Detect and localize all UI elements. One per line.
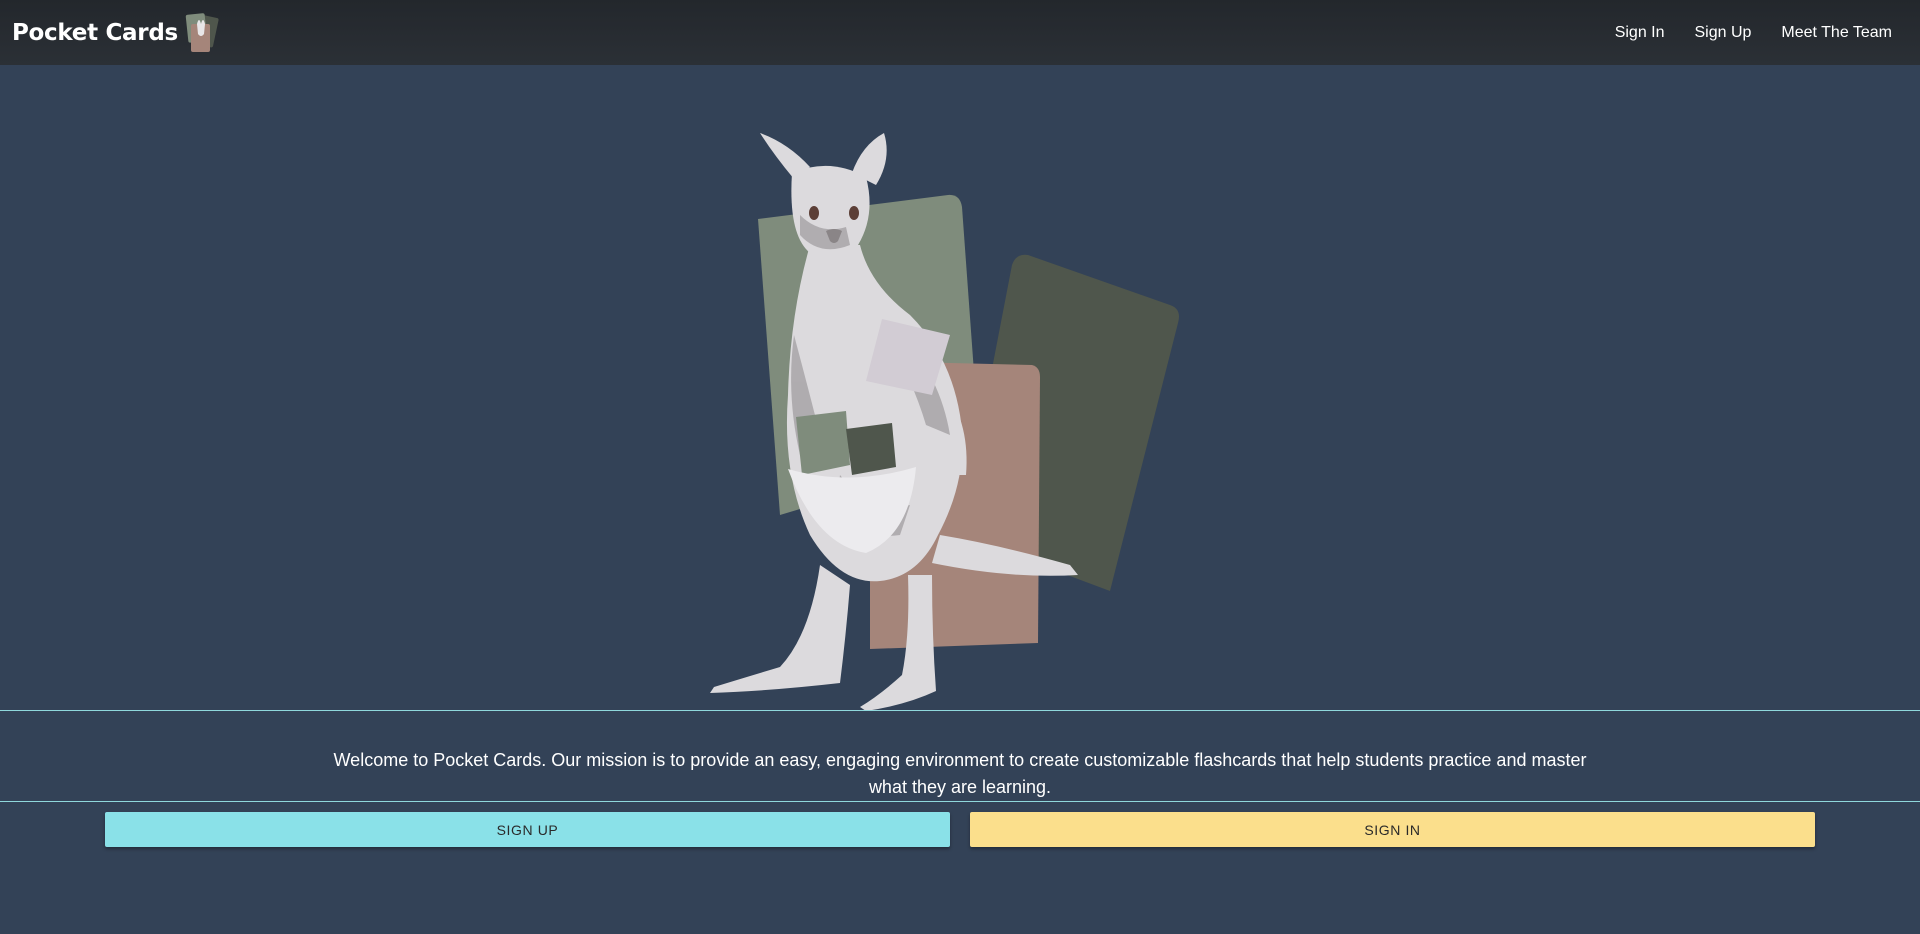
nav-sign-up-link[interactable]: Sign Up (1695, 24, 1752, 42)
sign-in-button[interactable]: SIGN IN (970, 812, 1815, 847)
top-navbar: Pocket Cards Sign In Sign Up Meet The Te… (0, 0, 1920, 65)
nav-meet-the-team-link[interactable]: Meet The Team (1781, 24, 1892, 42)
hero-divider-bottom (0, 801, 1920, 802)
brand-link[interactable]: Pocket Cards (12, 10, 224, 56)
hero-divider-top (0, 710, 1920, 711)
nav-links: Sign In Sign Up Meet The Team (1615, 24, 1892, 42)
brand-name: Pocket Cards (12, 19, 178, 46)
kangaroo-illustration (710, 133, 1179, 711)
mission-statement: Welcome to Pocket Cards. Our mission is … (333, 750, 1587, 797)
sign-up-button[interactable]: SIGN UP (105, 812, 950, 847)
nav-sign-in-link[interactable]: Sign In (1615, 24, 1665, 42)
cta-row: SIGN UP SIGN IN (105, 812, 1815, 847)
hero-section (0, 65, 1920, 711)
pocket-cards-logo-icon (185, 12, 219, 52)
